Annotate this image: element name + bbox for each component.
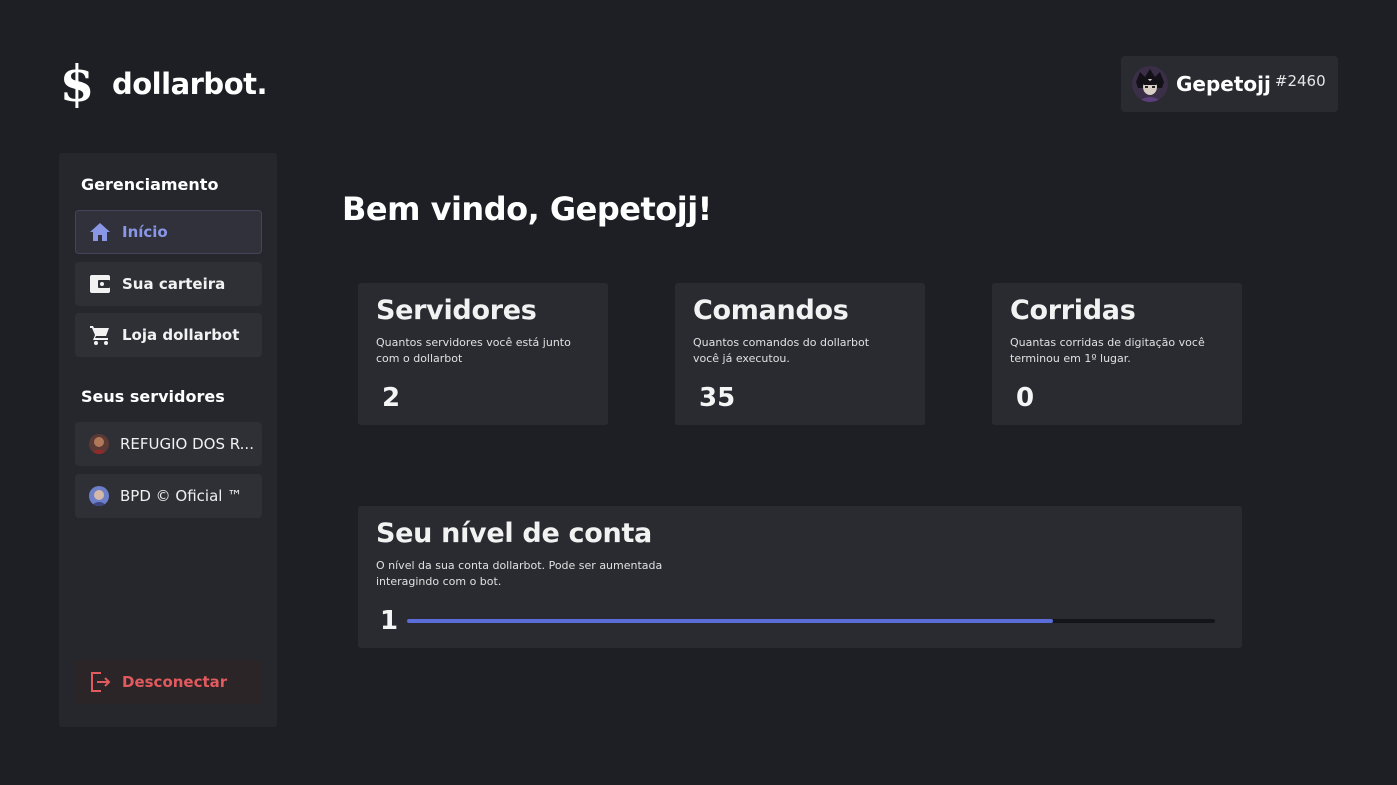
level-value: 1 — [380, 606, 399, 636]
user-tag: #2460 — [1274, 72, 1326, 90]
stat-title: Servidores — [376, 295, 537, 326]
user-profile-button[interactable]: Gepetojj #2460 — [1121, 56, 1338, 112]
level-title: Seu nível de conta — [376, 518, 652, 549]
management-section-title: Gerenciamento — [81, 175, 219, 194]
stat-title: Comandos — [693, 295, 849, 326]
logout-icon — [89, 671, 111, 693]
sidebar-item-label: Início — [122, 223, 168, 241]
servers-section-title: Seus servidores — [81, 387, 225, 406]
page-title: Bem vindo, Gepetojj! — [342, 190, 712, 228]
user-name: Gepetojj — [1176, 72, 1271, 96]
server-avatar — [89, 486, 109, 506]
account-level-card: Seu nível de conta O nível da sua conta … — [358, 506, 1242, 648]
logout-label: Desconectar — [122, 673, 228, 691]
sidebar: Gerenciamento Início Sua carteira Loja d… — [59, 153, 277, 727]
stat-card-races: Corridas Quantas corridas de digitação v… — [992, 283, 1242, 425]
stat-description: Quantas corridas de digitação você termi… — [1010, 336, 1205, 365]
level-description: O nível da sua conta dollarbot. Pode ser… — [376, 559, 663, 588]
user-avatar — [1132, 66, 1168, 102]
server-avatar — [89, 434, 109, 454]
level-progress-fill — [407, 619, 1054, 623]
logo[interactable]: $ dollarbot. — [58, 54, 268, 113]
stat-card-commands: Comandos Quantos comandos do dollarbot v… — [675, 283, 925, 425]
sidebar-item-wallet[interactable]: Sua carteira — [75, 262, 262, 306]
sidebar-item-label: Sua carteira — [122, 275, 226, 293]
level-progress-bar — [407, 619, 1215, 623]
stat-description: Quantos servidores você está junto com o… — [376, 336, 571, 365]
stat-value: 2 — [382, 383, 401, 413]
logout-button[interactable]: Desconectar — [75, 660, 262, 704]
server-name: BPD © Oficial ™ — [120, 487, 243, 505]
wallet-icon — [89, 273, 111, 295]
stat-description: Quantos comandos do dollarbot você já ex… — [693, 336, 870, 365]
stat-title: Corridas — [1010, 295, 1136, 326]
home-icon — [89, 221, 111, 243]
sidebar-server-refugio[interactable]: REFUGIO DOS R... — [75, 422, 262, 466]
sidebar-item-label: Loja dollarbot — [122, 326, 240, 344]
dollar-logo-icon: $ — [59, 54, 95, 113]
sidebar-server-bpd[interactable]: BPD © Oficial ™ — [75, 474, 262, 518]
stat-value: 0 — [1016, 383, 1035, 413]
cart-icon — [89, 324, 111, 346]
server-name: REFUGIO DOS R... — [120, 435, 254, 453]
sidebar-item-inicio[interactable]: Início — [75, 210, 262, 254]
brand-name: dollarbot. — [112, 67, 268, 101]
stat-value: 35 — [699, 383, 736, 413]
sidebar-item-store[interactable]: Loja dollarbot — [75, 313, 262, 357]
stat-card-servers: Servidores Quantos servidores você está … — [358, 283, 608, 425]
